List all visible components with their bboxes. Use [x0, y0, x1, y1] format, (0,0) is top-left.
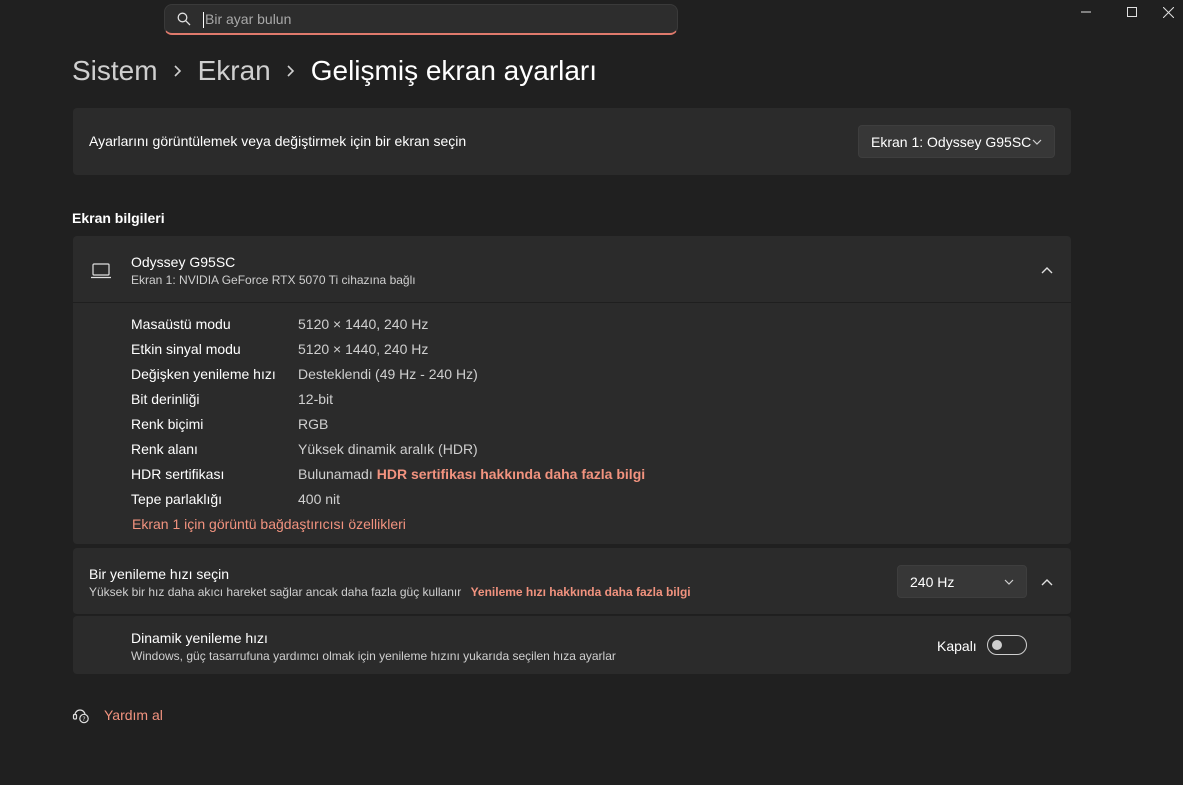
- dynamic-refresh-toggle-label: Kapalı: [937, 638, 977, 654]
- display-info-rows: Masaüstü modu 5120 × 1440, 240 Hz Etkin …: [131, 314, 645, 514]
- hdr-certification-link[interactable]: HDR sertifikası hakkında daha fazla bilg…: [377, 464, 645, 489]
- display-select-label: Ayarlarını görüntülemek veya değiştirmek…: [89, 133, 467, 149]
- monitor-connection: Ekran 1: NVIDIA GeForce RTX 5070 Ti ciha…: [131, 273, 416, 287]
- search-box[interactable]: [164, 4, 678, 35]
- info-key: Değişken yenileme hızı: [131, 366, 276, 382]
- refresh-rate-dropdown[interactable]: 240 Hz: [897, 565, 1027, 598]
- info-value: 12-bit: [298, 391, 334, 407]
- info-row-hdr-certification: HDR sertifikası Bulunamadı HDR sertifika…: [131, 464, 645, 489]
- info-value: 400 nit: [298, 491, 341, 507]
- display-dropdown-value: Ekran 1: Odyssey G95SC: [871, 134, 1032, 150]
- collapse-display-info-button[interactable]: [1035, 258, 1059, 282]
- info-key: HDR sertifikası: [131, 466, 225, 482]
- display-select-card: Ayarlarını görüntülemek veya değiştirmek…: [73, 108, 1071, 175]
- chevron-up-icon: [1041, 267, 1053, 274]
- display-info-header[interactable]: Odyssey G95SC Ekran 1: NVIDIA GeForce RT…: [73, 236, 1071, 303]
- info-value: 5120 × 1440, 240 Hz: [298, 316, 429, 332]
- info-row-active-signal-mode: Etkin sinyal modu 5120 × 1440, 240 Hz: [131, 339, 645, 364]
- help-label: Yardım al: [104, 707, 163, 723]
- breadcrumb-sistem[interactable]: Sistem: [72, 55, 158, 87]
- info-row-color-space: Renk alanı Yüksek dinamik aralık (HDR): [131, 439, 645, 464]
- refresh-rate-description: Yüksek bir hız daha akıcı hareket sağlar…: [89, 585, 462, 599]
- info-row-peak-brightness: Tepe parlaklığı 400 nit: [131, 489, 645, 514]
- maximize-icon: [1127, 7, 1137, 17]
- close-button[interactable]: [1154, 0, 1183, 24]
- info-row-bit-depth: Bit derinliği 12-bit: [131, 389, 645, 414]
- info-key: Tepe parlaklığı: [131, 491, 223, 507]
- section-title-display-info: Ekran bilgileri: [72, 210, 165, 226]
- toggle-knob: [992, 640, 1002, 650]
- collapse-refresh-rate-button[interactable]: [1035, 570, 1059, 594]
- breadcrumb-ekran[interactable]: Ekran: [198, 55, 271, 87]
- text-caret: [203, 12, 204, 28]
- chevron-down-icon: [1032, 139, 1042, 145]
- info-row-variable-refresh: Değişken yenileme hızı Desteklendi (49 H…: [131, 364, 645, 389]
- close-icon: [1163, 6, 1174, 18]
- title-bar: [0, 0, 1183, 40]
- info-value: Bulunamadı: [298, 466, 373, 482]
- chevron-down-icon: [1004, 579, 1014, 585]
- dynamic-refresh-subtitle: Windows, güç tasarrufuna yardımcı olmak …: [131, 649, 616, 663]
- display-adapter-properties-link[interactable]: Ekran 1 için görüntü bağdaştırıcısı özel…: [132, 516, 406, 532]
- info-value: Yüksek dinamik aralık (HDR): [298, 441, 478, 457]
- display-info-card: Odyssey G95SC Ekran 1: NVIDIA GeForce RT…: [73, 236, 1071, 544]
- monitor-name: Odyssey G95SC: [131, 254, 236, 270]
- info-value: RGB: [298, 416, 329, 432]
- svg-text:?: ?: [82, 716, 85, 723]
- refresh-rate-title: Bir yenileme hızı seçin: [89, 566, 230, 582]
- info-row-desktop-mode: Masaüstü modu 5120 × 1440, 240 Hz: [131, 314, 645, 339]
- laptop-icon: [91, 263, 111, 279]
- info-value: 5120 × 1440, 240 Hz: [298, 341, 429, 357]
- minimize-icon: [1081, 11, 1091, 13]
- info-row-color-format: Renk biçimi RGB: [131, 414, 645, 439]
- chevron-right-icon: [166, 64, 190, 78]
- dynamic-refresh-toggle[interactable]: [987, 635, 1027, 655]
- chevron-up-icon: [1041, 579, 1053, 586]
- refresh-rate-value: 240 Hz: [910, 574, 955, 590]
- refresh-rate-subtitle: Yüksek bir hız daha akıcı hareket sağlar…: [89, 585, 691, 599]
- info-key: Renk alanı: [131, 441, 198, 457]
- page-title: Gelişmiş ekran ayarları: [310, 55, 598, 86]
- minimize-button[interactable]: [1063, 0, 1109, 24]
- get-help-link[interactable]: ? Yardım al: [72, 706, 163, 724]
- breadcrumb: Sistem Ekran Gelişmiş ekran ayarları: [72, 50, 597, 92]
- maximize-button[interactable]: [1109, 0, 1155, 24]
- info-key: Masaüstü modu: [131, 316, 231, 332]
- display-dropdown[interactable]: Ekran 1: Odyssey G95SC: [858, 125, 1055, 158]
- dynamic-refresh-title: Dinamik yenileme hızı: [131, 630, 268, 646]
- info-key: Renk biçimi: [131, 416, 204, 432]
- refresh-rate-info-link[interactable]: Yenileme hızı hakkında daha fazla bilgi: [471, 585, 691, 599]
- search-icon: [177, 12, 191, 26]
- search-input[interactable]: [203, 8, 663, 30]
- refresh-rate-card: Bir yenileme hızı seçin Yüksek bir hız d…: [73, 548, 1071, 615]
- info-key: Etkin sinyal modu: [131, 341, 241, 357]
- chevron-right-icon: [279, 64, 303, 78]
- info-value: Desteklendi (49 Hz - 240 Hz): [298, 366, 478, 382]
- info-key: Bit derinliği: [131, 391, 200, 407]
- dynamic-refresh-card: Dinamik yenileme hızı Windows, güç tasar…: [73, 616, 1071, 674]
- help-icon: ?: [72, 709, 89, 724]
